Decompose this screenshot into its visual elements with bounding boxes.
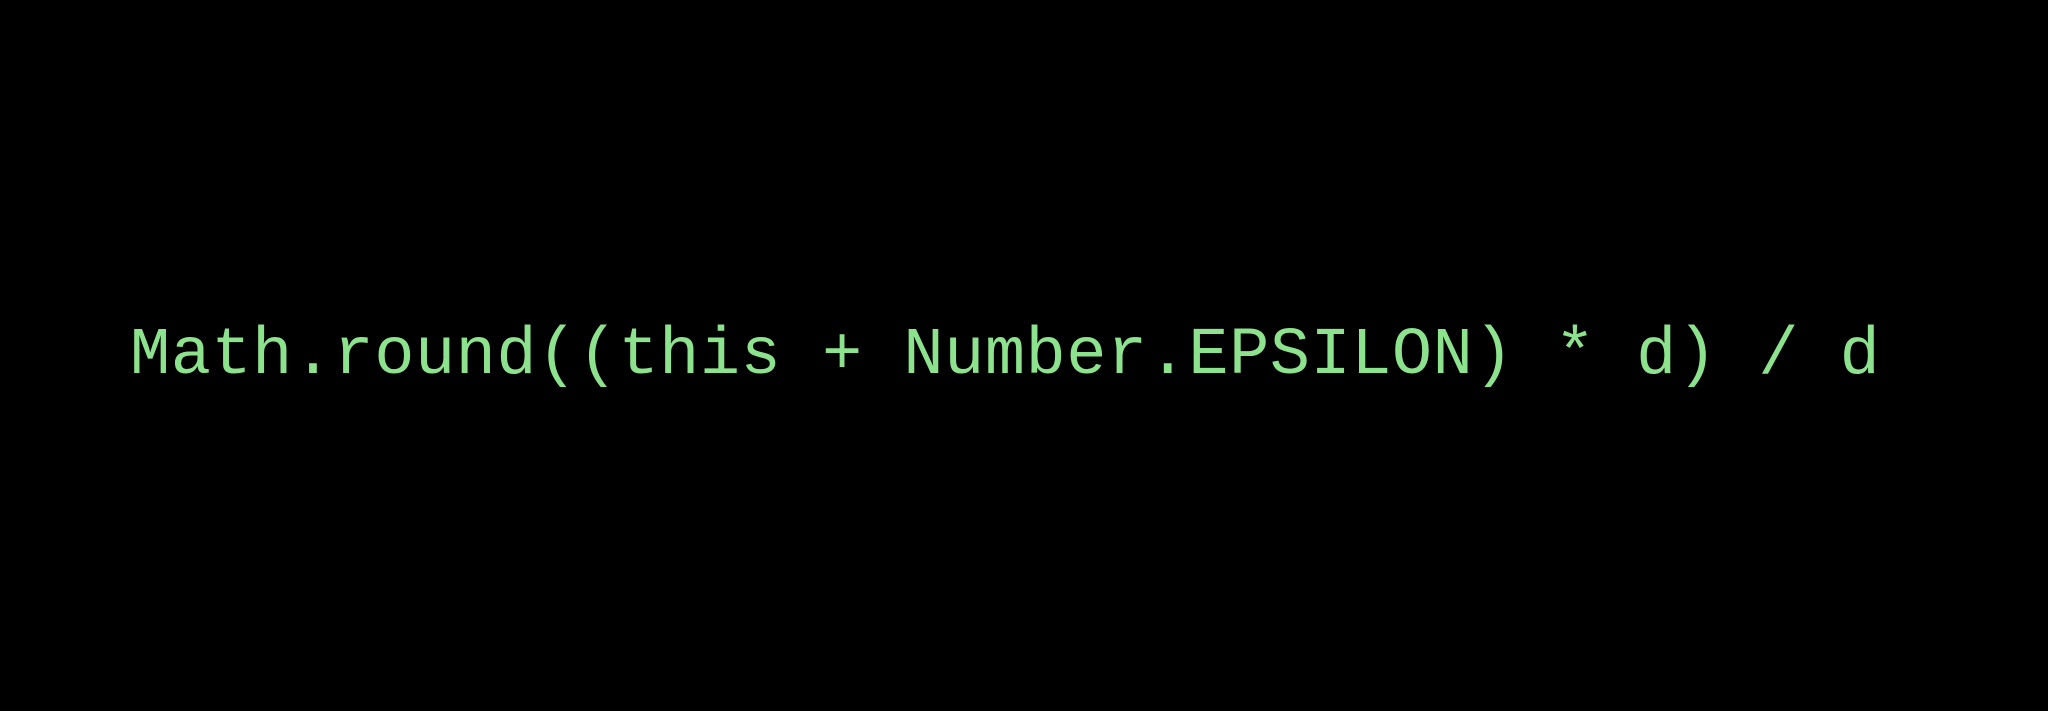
code-line: Math.round((this + Number.EPSILON) * d) … <box>130 318 1880 394</box>
code-container: Math.round((this + Number.EPSILON) * d) … <box>0 0 2048 711</box>
